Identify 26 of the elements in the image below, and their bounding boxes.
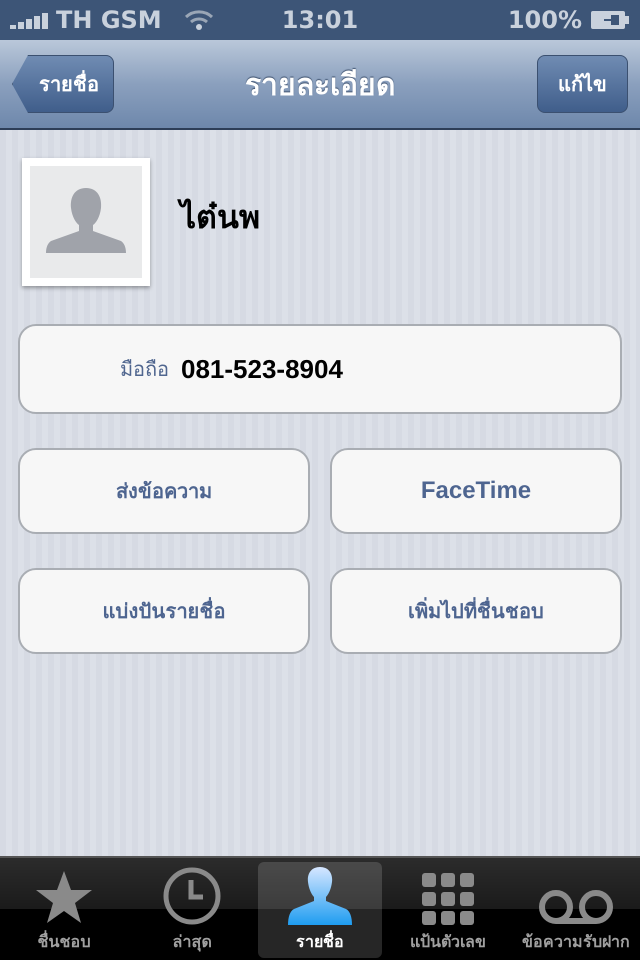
battery-percent: 100% — [508, 6, 582, 34]
wifi-icon — [184, 9, 214, 31]
tab[interactable]: ล่าสุด — [130, 862, 254, 958]
battery-icon — [590, 10, 630, 30]
nav-title: รายละเอียด — [245, 66, 395, 104]
action-button[interactable]: FaceTime — [330, 448, 622, 534]
phone-row[interactable]: มือถือ 081-523-8904 — [18, 324, 622, 414]
phone-number: 081-523-8904 — [181, 354, 343, 384]
tab[interactable]: แป้นตัวเลข — [386, 862, 510, 958]
action-button[interactable]: แบ่งปันรายชื่อ — [18, 568, 310, 654]
action-button[interactable]: ส่งข้อความ — [18, 448, 310, 534]
action-button[interactable]: เพิ่มไปที่ชื่นชอบ — [330, 568, 622, 654]
tab[interactable]: รายชื่อ — [258, 862, 382, 958]
clock-icon — [163, 867, 221, 925]
signal-icon — [10, 11, 48, 29]
star-icon — [35, 869, 93, 925]
edit-button[interactable]: แก้ไข — [537, 55, 628, 113]
voicemail-icon — [538, 889, 614, 925]
tab[interactable]: ข้อความรับฝาก — [514, 862, 638, 958]
person-icon — [287, 865, 353, 925]
phone-label: มือถือ — [120, 356, 169, 383]
carrier-name: TH GSM — [56, 6, 162, 34]
keypad-icon — [422, 873, 474, 925]
clock-time: 13:01 — [282, 6, 358, 34]
back-button[interactable]: รายชื่อ — [12, 55, 114, 113]
tab[interactable]: ชื่นชอบ — [2, 862, 126, 958]
